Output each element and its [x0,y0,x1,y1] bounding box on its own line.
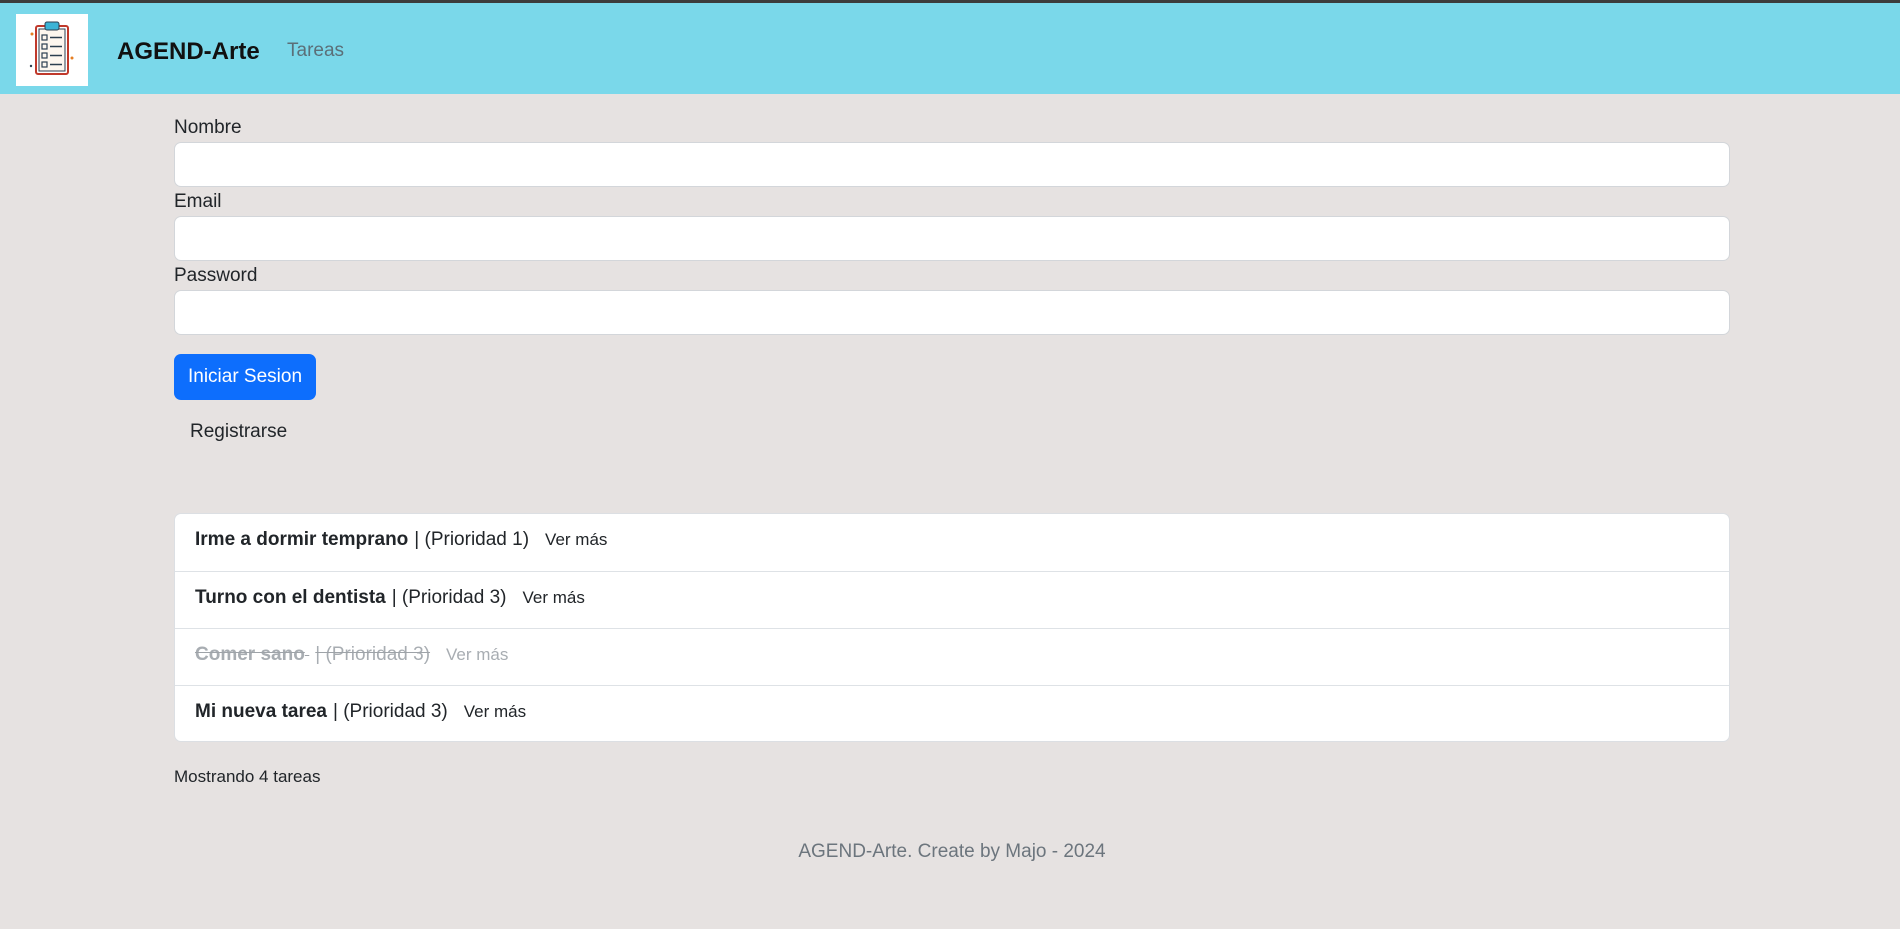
task-count: Mostrando 4 tareas [174,767,321,786]
ver-mas-link[interactable]: Ver más [464,702,526,722]
email-input[interactable] [174,216,1730,261]
task-list: Irme a dormir temprano | (Prioridad 1) V… [174,513,1730,742]
task-item: Irme a dormir temprano | (Prioridad 1) V… [175,514,1729,571]
task-priority: | (Prioridad 1) [414,529,530,550]
ver-mas-link[interactable]: Ver más [446,645,508,665]
task-item-completed: Comer sano | (Prioridad 3) Ver más [175,628,1729,685]
task-title: Turno con el dentista [195,587,386,608]
ver-mas-link[interactable]: Ver más [545,530,607,550]
login-button[interactable]: Iniciar Sesion [174,354,316,400]
password-input[interactable] [174,290,1730,335]
clipboard-checklist-icon[interactable] [16,14,88,86]
task-priority: | (Prioridad 3) [391,587,507,608]
email-label: Email [174,191,222,212]
task-priority: | (Prioridad 3) [333,701,448,722]
nombre-input[interactable] [174,142,1730,187]
task-title: Comer sano [195,644,305,665]
task-strikethrough: Comer sano | (Prioridad 3) [195,644,430,666]
task-item: Turno con el dentista | (Prioridad 3) Ve… [175,571,1729,628]
nombre-label: Nombre [174,117,242,138]
task-title: Irme a dormir temprano [195,529,409,550]
task-priority: | (Prioridad 3) [315,644,431,665]
navbar: AGEND-Arte Tareas [0,3,1900,94]
task-item: Mi nueva tarea | (Prioridad 3) Ver más [175,685,1729,741]
register-button[interactable]: Registrarse [190,421,287,443]
task-title: Mi nueva tarea [195,701,327,722]
page-footer: AGEND-Arte. Create by Majo - 2024 [798,841,1106,862]
nav-link-tareas[interactable]: Tareas [287,40,344,62]
password-label: Password [174,265,258,286]
brand-title[interactable]: AGEND-Arte [117,38,260,66]
ver-mas-link[interactable]: Ver más [522,588,584,608]
